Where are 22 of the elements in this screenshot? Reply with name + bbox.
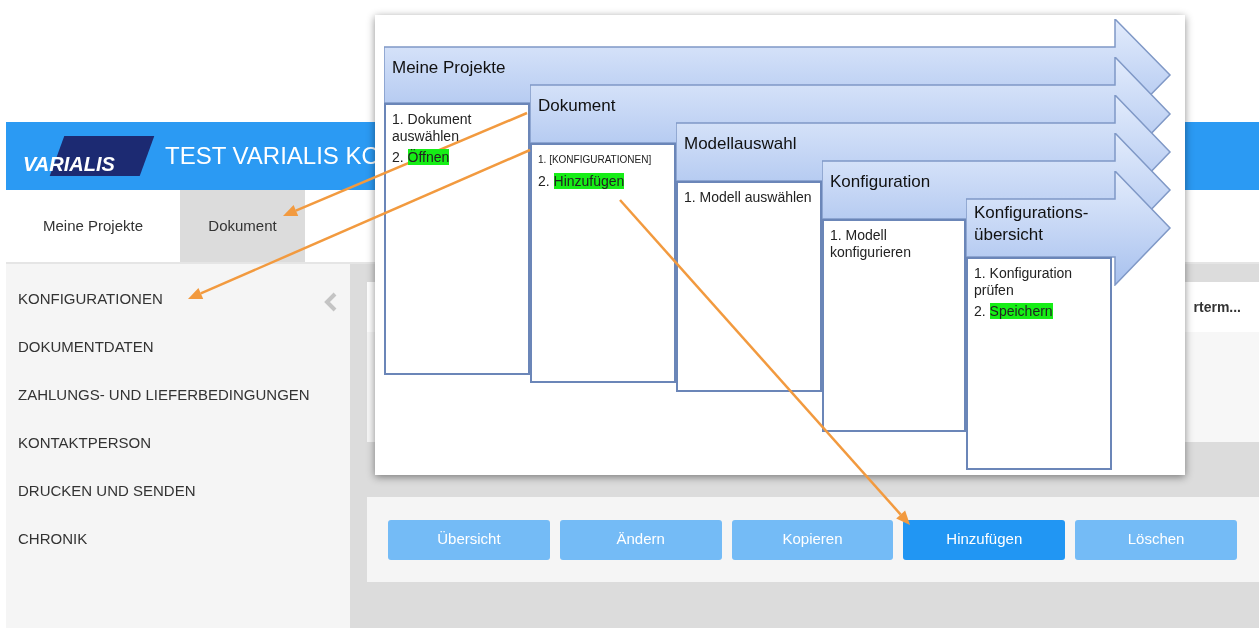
stage-title: Konfiguration <box>830 171 932 193</box>
sidebar-item[interactable]: DRUCKEN UND SENDEN <box>18 480 196 528</box>
stage-title: Modellauswahl <box>684 133 798 155</box>
stage-title: Meine Projekte <box>392 57 507 79</box>
sidebar-item[interactable]: KONFIGURATIONEN <box>18 288 163 336</box>
step-text: 1. Dokument auswählen <box>392 111 473 145</box>
step-text: 2. Speichern <box>974 303 1053 320</box>
sidebar-item[interactable]: KONTAKTPERSON <box>18 432 152 480</box>
stage-title: Dokument <box>538 95 617 117</box>
step-text: 1. Modell konfigurieren <box>830 227 912 261</box>
step-text: 1. Konfiguration prüfen <box>974 265 1074 299</box>
stage-title: Konfigurations-übersicht <box>974 202 1090 246</box>
step-text: 2. Hinzufügen <box>538 173 625 190</box>
nav-tab[interactable]: Dokument <box>180 190 305 262</box>
step-text: 2. Öffnen <box>392 149 450 166</box>
sidebar-item[interactable]: DOKUMENTDATEN <box>18 336 154 384</box>
column-heading: rterm... <box>1193 297 1241 317</box>
step-text: 1. Modell auswählen <box>684 189 812 206</box>
chevron-left-icon <box>324 292 338 312</box>
sidebar-item[interactable]: ZAHLUNGS- UND LIEFERBEDINGUNGEN <box>18 384 310 432</box>
step-text: 1. [KONFIGURATIONEN] <box>538 153 652 167</box>
sidebar-item[interactable]: CHRONIK <box>18 528 88 576</box>
